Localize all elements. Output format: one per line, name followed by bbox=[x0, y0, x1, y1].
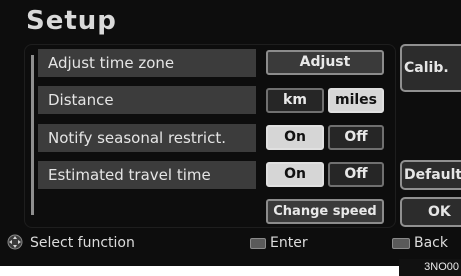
select-function-hint: Select function bbox=[30, 235, 135, 251]
km-button[interactable]: km bbox=[266, 88, 324, 113]
scrollbar[interactable] bbox=[31, 55, 34, 215]
adjust-button[interactable]: Adjust bbox=[266, 50, 384, 75]
miles-button[interactable]: miles bbox=[328, 88, 384, 113]
back-icon bbox=[392, 238, 410, 249]
notify-on-button[interactable]: On bbox=[266, 125, 324, 150]
row-label-estimated-travel-time: Estimated travel time bbox=[38, 161, 256, 189]
ok-button[interactable]: OK bbox=[400, 197, 461, 227]
enter-icon bbox=[250, 238, 266, 249]
page-title: Setup bbox=[26, 6, 117, 36]
travel-on-button[interactable]: On bbox=[266, 162, 324, 187]
row-label-distance: Distance bbox=[38, 86, 256, 114]
setup-screen: Setup Adjust time zone Adjust Distance k… bbox=[0, 0, 461, 266]
joystick-icon bbox=[7, 234, 23, 250]
row-label-adjust-time-zone: Adjust time zone bbox=[38, 49, 256, 77]
image-code: 3NO00 bbox=[399, 259, 461, 276]
notify-off-button[interactable]: Off bbox=[328, 125, 384, 150]
back-hint: Back bbox=[414, 235, 448, 251]
enter-hint: Enter bbox=[270, 235, 308, 251]
travel-off-button[interactable]: Off bbox=[328, 162, 384, 187]
row-label-notify-seasonal-restrict: Notify seasonal restrict. bbox=[38, 124, 256, 152]
footer-hints: Select function Enter Back bbox=[0, 232, 461, 256]
default-button[interactable]: Default bbox=[400, 160, 461, 190]
change-speed-button[interactable]: Change speed bbox=[266, 199, 384, 224]
calib-button[interactable]: Calib. bbox=[400, 44, 461, 92]
